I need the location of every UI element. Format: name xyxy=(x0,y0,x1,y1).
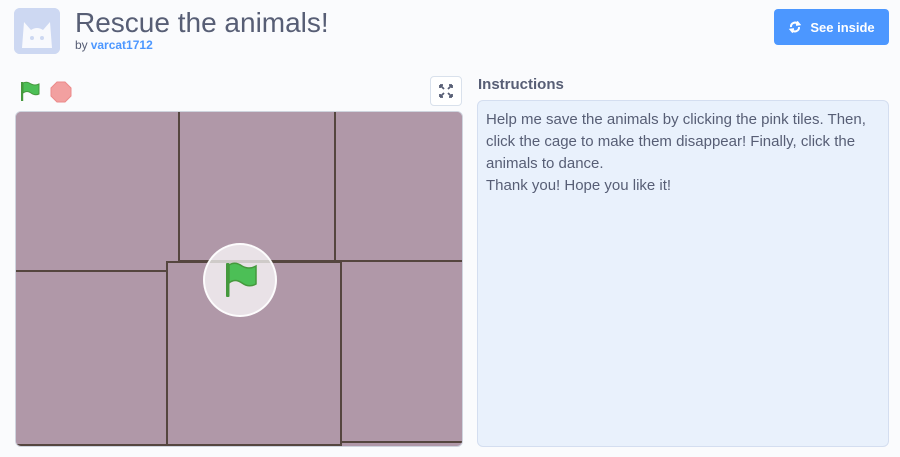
see-inside-label: See inside xyxy=(810,19,875,35)
project-stage[interactable] xyxy=(15,111,463,447)
see-inside-button[interactable]: See inside xyxy=(774,9,889,45)
pink-tile[interactable] xyxy=(178,112,336,262)
start-overlay-button[interactable] xyxy=(203,243,277,317)
instructions-paragraph: Thank you! Hope you like it! xyxy=(486,177,672,194)
byline: by varcat1712 xyxy=(75,38,153,52)
instructions-heading: Instructions xyxy=(478,76,564,93)
project-header: Rescue the animals! by varcat1712 See ins… xyxy=(0,0,900,66)
green-flag-icon xyxy=(21,81,40,101)
pink-tile[interactable] xyxy=(16,112,180,272)
pink-tile[interactable] xyxy=(16,270,168,446)
green-flag-button[interactable] xyxy=(18,80,42,104)
fullscreen-button[interactable] xyxy=(430,76,462,106)
stop-button[interactable] xyxy=(49,80,73,104)
instructions-text: Help me save the animals by clicking the… xyxy=(477,100,889,447)
green-flag-icon xyxy=(226,262,257,297)
remix-arrows-icon xyxy=(789,20,802,34)
author-link[interactable]: varcat1712 xyxy=(91,38,153,52)
byline-prefix: by xyxy=(75,38,88,52)
project-title: Rescue the animals! xyxy=(75,7,329,38)
pink-tile[interactable] xyxy=(334,112,462,262)
cat-thumbnail-icon[interactable] xyxy=(14,8,60,54)
pink-tile[interactable] xyxy=(340,260,462,443)
instructions-paragraph: Help me save the animals by clicking the… xyxy=(486,111,866,172)
fullscreen-icon xyxy=(439,84,453,98)
stop-sign-icon xyxy=(50,81,72,103)
